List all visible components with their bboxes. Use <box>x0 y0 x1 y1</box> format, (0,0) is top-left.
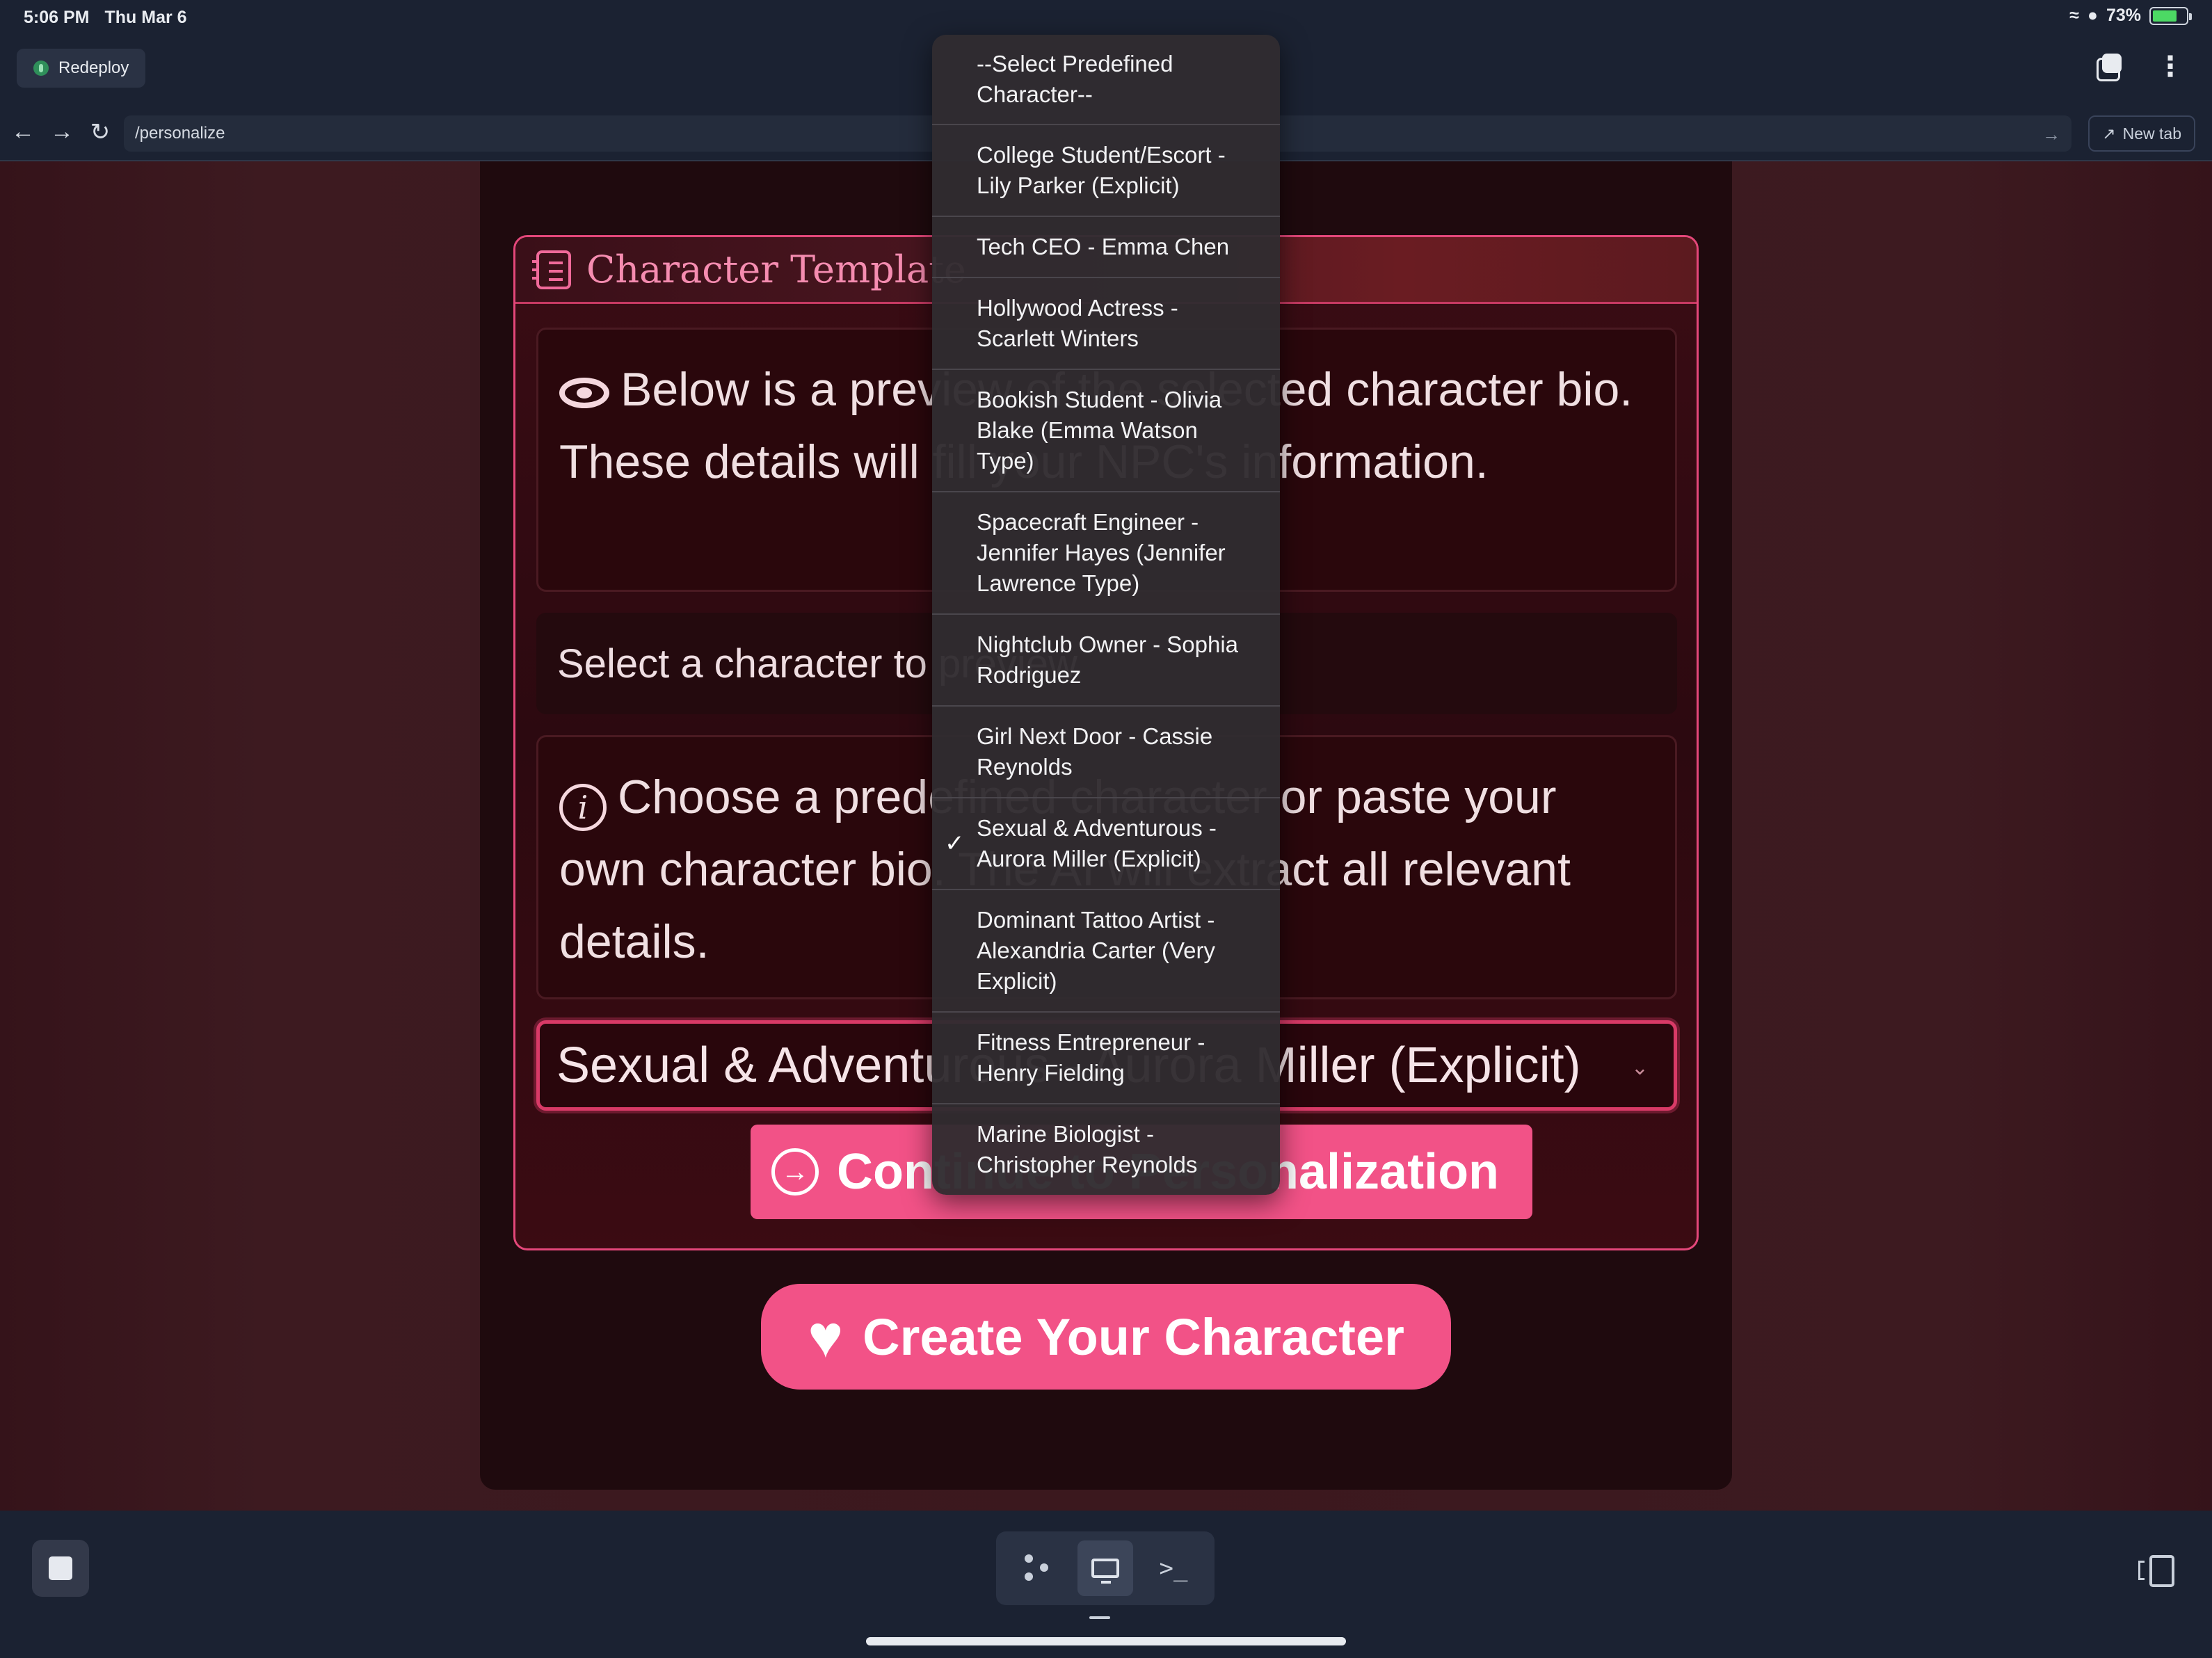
option-label: --Select Predefined Character-- <box>977 51 1173 107</box>
redeploy-button[interactable]: Redeploy <box>17 49 146 88</box>
new-tab-label: New tab <box>2122 124 2181 143</box>
status-bar: 5:06 PM Thu Mar 6 ≈ ● 73% <box>0 0 2212 35</box>
eye-icon <box>559 378 609 408</box>
active-tab-indicator <box>1089 1616 1110 1619</box>
dropdown-option[interactable]: Hollywood Actress - Scarlett Winters <box>932 278 1280 370</box>
info-icon: i <box>559 784 607 831</box>
battery-percent: 73% <box>2106 6 2141 25</box>
preview-view-tab[interactable] <box>1077 1540 1133 1596</box>
dropdown-option[interactable]: --Select Predefined Character-- <box>932 35 1280 125</box>
option-label: Tech CEO - Emma Chen <box>977 234 1230 259</box>
console-view-tab[interactable]: >_ <box>1146 1540 1201 1596</box>
battery-fill <box>2153 10 2177 22</box>
option-label: College Student/Escort - Lily Parker (Ex… <box>977 142 1226 198</box>
dropdown-option[interactable]: Dominant Tattoo Artist - Alexandria Cart… <box>932 890 1280 1013</box>
status-time: 5:06 PM <box>24 7 90 27</box>
new-tab-button[interactable]: ↗ New tab <box>2088 115 2195 152</box>
monitor-icon <box>1091 1559 1119 1584</box>
stop-button[interactable] <box>32 1540 89 1597</box>
create-character-button[interactable]: ♥ Create Your Character <box>761 1284 1451 1390</box>
notebook-icon <box>532 250 571 289</box>
more-menu-icon[interactable]: ⋮ <box>2156 53 2184 81</box>
toolbar-right: ⋮ <box>2097 53 2184 81</box>
arrow-right-icon[interactable]: → <box>50 118 74 146</box>
dropdown-option[interactable]: Girl Next Door - Cassie Reynolds <box>932 707 1280 798</box>
character-dropdown-menu: --Select Predefined Character-- College … <box>932 35 1280 1195</box>
status-date: Thu Mar 6 <box>104 7 187 27</box>
option-label: Bookish Student - Olivia Blake (Emma Wat… <box>977 387 1222 474</box>
option-label: Spacecraft Engineer - Jennifer Hayes (Je… <box>977 509 1226 596</box>
person-icon: ● <box>2087 6 2098 25</box>
layout-toggle-icon[interactable] <box>2138 1555 2174 1587</box>
go-arrow-icon[interactable]: → <box>2042 124 2060 145</box>
tabs-icon[interactable] <box>2097 54 2123 81</box>
external-link-icon: ↗ <box>2102 124 2116 143</box>
create-character-label: Create Your Character <box>863 1307 1404 1366</box>
status-indicators: ≈ ● 73% <box>2069 6 2192 26</box>
dropdown-option[interactable]: Marine Biologist - Christopher Reynolds <box>932 1104 1280 1195</box>
battery-icon <box>2149 6 2192 25</box>
wifi-icon: ≈ <box>2069 6 2079 25</box>
deploy-icon <box>33 61 49 76</box>
option-label: Marine Biologist - Christopher Reynolds <box>977 1121 1198 1177</box>
card-title: Character Template <box>586 248 966 291</box>
chevron-down-icon: ⌄ <box>1630 1056 1649 1079</box>
reload-icon[interactable]: ↻ <box>89 118 111 146</box>
option-label: Fitness Entrepreneur - Henry Fielding <box>977 1029 1205 1086</box>
view-switcher: >_ <box>996 1531 1215 1605</box>
url-text: /personalize <box>135 124 225 143</box>
dropdown-option-selected[interactable]: ✓ Sexual & Adventurous - Aurora Miller (… <box>932 798 1280 890</box>
nav-buttons: ← → ↻ <box>11 118 111 146</box>
option-label: Dominant Tattoo Artist - Alexandria Cart… <box>977 907 1215 994</box>
option-label: Nightclub Owner - Sophia Rodriguez <box>977 631 1239 688</box>
option-label: Hollywood Actress - Scarlett Winters <box>977 295 1178 351</box>
option-label: Girl Next Door - Cassie Reynolds <box>977 723 1213 780</box>
heart-icon: ♥ <box>808 1303 844 1370</box>
terminal-icon: >_ <box>1159 1554 1188 1582</box>
flow-view-tab[interactable] <box>1009 1540 1065 1596</box>
dropdown-option[interactable]: Tech CEO - Emma Chen <box>932 217 1280 278</box>
dropdown-option[interactable]: Bookish Student - Olivia Blake (Emma Wat… <box>932 370 1280 492</box>
option-label: Sexual & Adventurous - Aurora Miller (Ex… <box>977 815 1217 871</box>
flow-icon <box>1025 1554 1050 1582</box>
arrow-left-icon[interactable]: ← <box>11 118 35 146</box>
dropdown-option[interactable]: Fitness Entrepreneur - Henry Fielding <box>932 1013 1280 1104</box>
redeploy-label: Redeploy <box>58 58 129 77</box>
home-indicator <box>866 1637 1346 1645</box>
dropdown-option[interactable]: Nightclub Owner - Sophia Rodriguez <box>932 615 1280 707</box>
bottom-bar: >_ <box>0 1511 2212 1658</box>
checkmark-icon: ✓ <box>945 830 965 857</box>
dropdown-option[interactable]: Spacecraft Engineer - Jennifer Hayes (Je… <box>932 492 1280 615</box>
dropdown-option[interactable]: College Student/Escort - Lily Parker (Ex… <box>932 125 1280 217</box>
arrow-circle-icon: → <box>771 1148 819 1196</box>
